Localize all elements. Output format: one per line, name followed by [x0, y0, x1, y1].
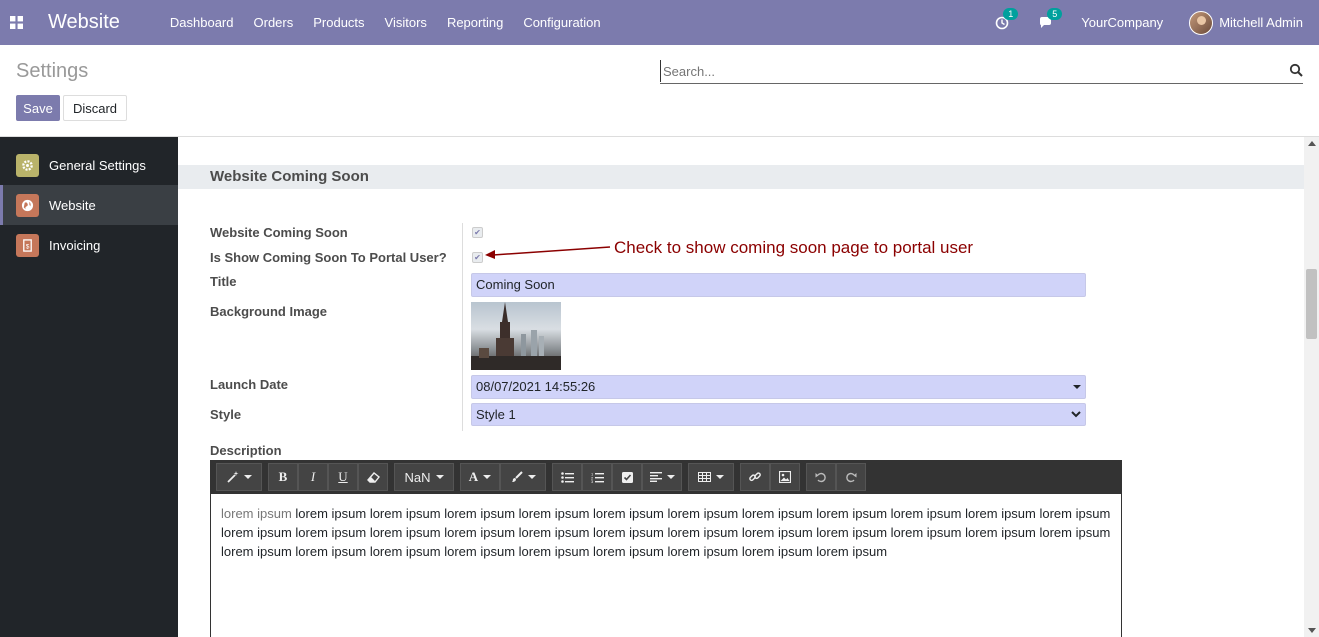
menu-dashboard[interactable]: Dashboard	[160, 0, 244, 45]
user-avatar[interactable]	[1189, 10, 1214, 35]
eraser-icon	[366, 471, 380, 483]
bold-button[interactable]: B	[268, 463, 298, 491]
navbar-right: 1 5 YourCompany Mitchell Admin	[993, 0, 1303, 45]
font-size-value: NaN	[404, 469, 431, 485]
main-menu: Dashboard Orders Products Visitors Repor…	[160, 0, 611, 45]
settings-content: Website Coming Soon Website Coming Soon …	[178, 137, 1304, 637]
annotation-text: Check to show coming soon page to portal…	[614, 238, 974, 257]
launch-date-value: 08/07/2021 14:55:26	[476, 379, 596, 394]
title-input[interactable]: Coming Soon	[471, 273, 1086, 297]
style-select[interactable]: Style 1	[471, 403, 1086, 426]
style-magic-wand-button[interactable]	[216, 463, 262, 491]
search-icon[interactable]	[1289, 63, 1303, 77]
description-editor[interactable]: lorem ipsum lorem ipsum lorem ipsum lore…	[210, 494, 1122, 637]
bullet-list-button[interactable]	[552, 463, 582, 491]
font-color-dropdown[interactable]: A	[460, 463, 500, 491]
messages-count-badge: 5	[1047, 7, 1063, 20]
control-panel: Settings Save Discard	[0, 45, 1319, 137]
redo-button[interactable]	[836, 463, 866, 491]
portal-user-checkbox[interactable]: ✔	[472, 252, 483, 263]
description-label: Description	[210, 443, 282, 458]
paint-brush-icon	[511, 471, 523, 482]
section-title: Website Coming Soon	[178, 165, 1304, 189]
table-icon	[698, 472, 711, 482]
align-left-icon	[649, 472, 662, 482]
sidebar-item-general-settings[interactable]: General Settings	[0, 145, 178, 185]
highlight-color-dropdown[interactable]	[500, 463, 546, 491]
chevron-down-icon	[1071, 411, 1081, 418]
clear-format-button[interactable]	[358, 463, 388, 491]
numbered-list-icon: 123	[591, 472, 604, 483]
activity-count-badge: 1	[1003, 7, 1019, 20]
apps-grid-icon[interactable]	[0, 0, 32, 45]
link-button[interactable]	[740, 463, 770, 491]
menu-configuration[interactable]: Configuration	[513, 0, 610, 45]
menu-visitors[interactable]: Visitors	[375, 0, 437, 45]
editor-text-faded: lorem ipsum	[221, 506, 292, 521]
globe-icon	[16, 193, 39, 217]
settings-sidebar: General Settings Website $ Invoicing	[0, 137, 178, 637]
annotation-arrow-icon	[485, 246, 611, 259]
scroll-up-icon[interactable]	[1308, 141, 1316, 146]
gear-icon	[16, 153, 39, 177]
svg-text:3: 3	[591, 479, 594, 483]
italic-button[interactable]: I	[298, 463, 328, 491]
magic-wand-icon	[226, 471, 238, 483]
app-brand[interactable]: Website	[48, 11, 120, 34]
activity-clock-icon[interactable]: 1	[993, 7, 1019, 32]
coming-soon-label: Website Coming Soon	[210, 225, 348, 240]
sidebar-item-label: Website	[49, 197, 96, 213]
messages-chat-icon[interactable]: 5	[1037, 7, 1063, 32]
media-button[interactable]	[770, 463, 800, 491]
link-icon	[749, 472, 761, 482]
search-input[interactable]	[660, 60, 1280, 82]
scroll-down-icon[interactable]	[1308, 628, 1316, 633]
svg-text:$: $	[26, 243, 30, 250]
bullet-list-icon	[560, 471, 574, 483]
invoice-icon: $	[16, 233, 39, 257]
underline-button[interactable]: U	[328, 463, 358, 491]
search-bar	[660, 60, 1303, 84]
background-image-preview[interactable]	[471, 302, 561, 370]
sidebar-item-label: Invoicing	[49, 237, 101, 253]
undo-icon	[815, 472, 826, 483]
sidebar-item-invoicing[interactable]: $ Invoicing	[0, 225, 178, 265]
style-value: Style 1	[476, 407, 516, 422]
redo-icon	[846, 472, 857, 483]
save-button[interactable]: Save	[16, 95, 60, 121]
portal-user-label: Is Show Coming Soon To Portal User?	[210, 250, 447, 265]
title-label: Title	[210, 274, 237, 289]
background-image-label: Background Image	[210, 304, 328, 319]
caret-down-icon	[1073, 385, 1081, 389]
vertical-scrollbar[interactable]	[1304, 137, 1319, 637]
menu-products[interactable]: Products	[303, 0, 374, 45]
company-switcher[interactable]: YourCompany	[1081, 15, 1163, 30]
editor-text: lorem ipsum lorem ipsum lorem ipsum lore…	[221, 506, 1111, 559]
menu-reporting[interactable]: Reporting	[437, 0, 513, 45]
font-size-dropdown[interactable]: NaN	[394, 463, 454, 491]
menu-orders[interactable]: Orders	[244, 0, 304, 45]
numbered-list-button[interactable]: 123	[582, 463, 612, 491]
checklist-button[interactable]	[612, 463, 642, 491]
undo-button[interactable]	[806, 463, 836, 491]
image-icon	[779, 471, 791, 483]
checkbox-icon	[621, 471, 633, 483]
launch-date-input[interactable]: 08/07/2021 14:55:26	[471, 375, 1086, 399]
sidebar-item-label: General Settings	[49, 157, 146, 173]
page-title: Settings	[16, 60, 89, 82]
style-label: Style	[210, 407, 242, 422]
table-dropdown[interactable]	[688, 463, 734, 491]
user-menu[interactable]: Mitchell Admin	[1219, 15, 1303, 30]
top-navbar: Website Dashboard Orders Products Visito…	[0, 0, 1319, 45]
scrollbar-thumb[interactable]	[1306, 269, 1317, 339]
launch-date-label: Launch Date	[210, 377, 289, 392]
paragraph-align-dropdown[interactable]	[642, 463, 682, 491]
sidebar-item-website[interactable]: Website	[0, 185, 178, 225]
editor-toolbar: B I U NaN A 123	[210, 460, 1122, 494]
discard-button[interactable]: Discard	[63, 95, 127, 121]
field-divider	[462, 223, 463, 431]
coming-soon-checkbox[interactable]: ✔	[472, 227, 483, 238]
